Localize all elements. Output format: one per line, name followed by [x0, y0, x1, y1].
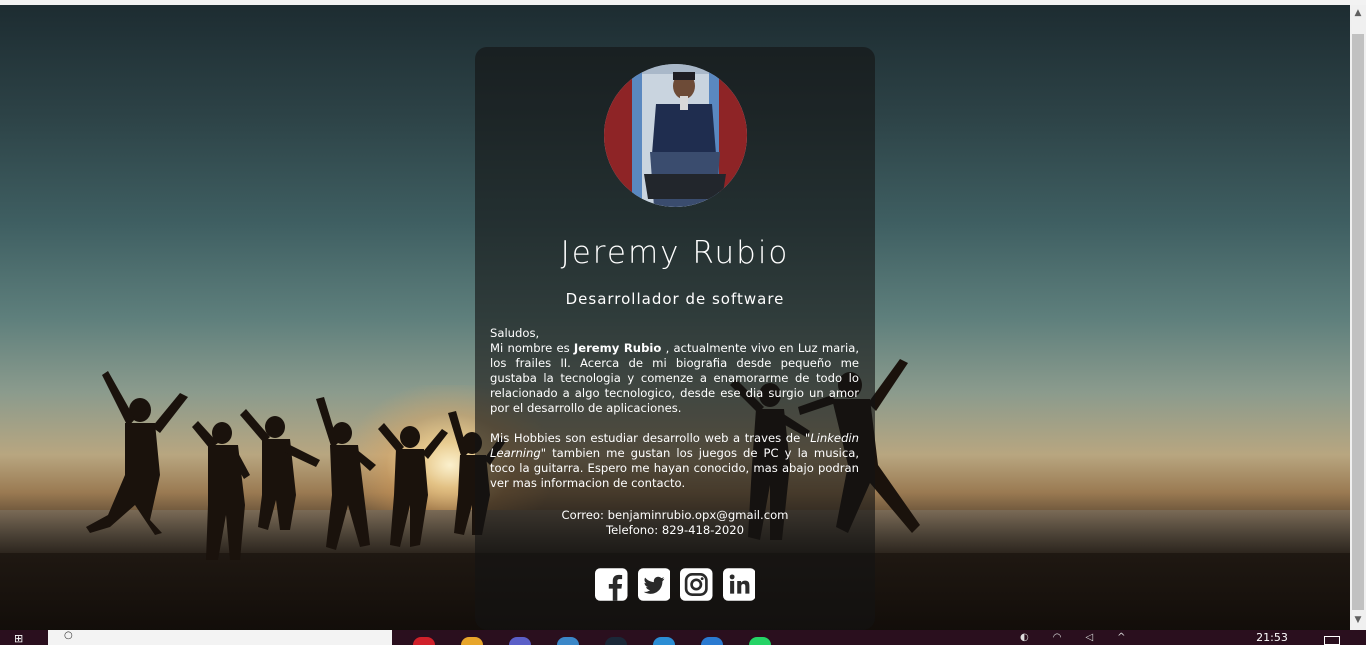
- bio-name: Jeremy Rubio: [573, 341, 662, 355]
- weather-icon[interactable]: ◐: [1020, 632, 1029, 645]
- bio-intro: Mi nombre es: [490, 341, 570, 355]
- taskbar-clock[interactable]: 21:53: [1252, 631, 1292, 644]
- hobbies-intro: Mis Hobbies son estudiar desarrollo web …: [490, 431, 801, 445]
- whatsapp-taskbar-icon[interactable]: [736, 630, 784, 645]
- avatar-photo: [604, 64, 747, 207]
- bio-greeting: Saludos,: [490, 326, 540, 340]
- linkedin-icon[interactable]: [722, 568, 756, 601]
- profile-card: Jeremy Rubio Desarrollador de software S…: [475, 47, 875, 630]
- search-icon: ○: [64, 630, 73, 641]
- file-explorer-taskbar-icon[interactable]: [448, 630, 496, 645]
- taskbar-search-box[interactable]: [48, 630, 392, 645]
- vscode-taskbar-icon[interactable]: [688, 630, 736, 645]
- contact-email: Correo: benjaminrubio.opx@gmail.com: [561, 508, 789, 522]
- steam-taskbar-icon[interactable]: [592, 630, 640, 645]
- bio-paragraph-1: Saludos, Mi nombre es Jeremy Rubio , act…: [490, 326, 859, 416]
- file-explorer-icon: [461, 637, 483, 645]
- network-icon[interactable]: ◠: [1053, 632, 1062, 645]
- twitter-icon[interactable]: [637, 568, 671, 601]
- bio-paragraph-2: Mis Hobbies son estudiar desarrollo web …: [490, 431, 859, 491]
- taskbar-apps: [400, 630, 890, 645]
- contact-info: Correo: benjaminrubio.opx@gmail.com Tele…: [475, 508, 875, 538]
- profile-avatar: [604, 64, 747, 207]
- calculator-taskbar-icon[interactable]: [544, 630, 592, 645]
- volume-icon[interactable]: ◁: [1085, 632, 1093, 645]
- system-tray: ◐ ◠ ◁ ^: [1020, 632, 1240, 645]
- hobbies-rest: tambien me gustan los juegos de PC y la …: [490, 446, 860, 490]
- facebook-icon[interactable]: [595, 568, 628, 601]
- edge-icon: [653, 637, 675, 645]
- opera-icon: [413, 637, 435, 645]
- windows-start-icon[interactable]: ⊞: [14, 632, 34, 645]
- vscode-icon: [701, 637, 723, 645]
- scroll-down-arrow-icon[interactable]: ▼: [1350, 612, 1366, 628]
- teams-icon: [509, 637, 531, 645]
- scroll-up-arrow-icon[interactable]: ▲: [1350, 5, 1366, 21]
- profile-name: Jeremy Rubio: [560, 235, 790, 271]
- notifications-icon[interactable]: [1324, 636, 1340, 645]
- instagram-icon[interactable]: [680, 568, 713, 601]
- social-links: [595, 568, 755, 602]
- edge-taskbar-icon[interactable]: [640, 630, 688, 645]
- profile-role: Desarrollador de software: [565, 290, 785, 308]
- teams-taskbar-icon[interactable]: [496, 630, 544, 645]
- steam-icon: [605, 637, 627, 645]
- scrollbar-thumb[interactable]: [1352, 34, 1364, 610]
- calculator-icon: [557, 637, 579, 645]
- opera-taskbar-icon[interactable]: [400, 630, 448, 645]
- profile-bio: Saludos, Mi nombre es Jeremy Rubio , act…: [490, 326, 859, 506]
- contact-phone: Telefono: 829-418-2020: [606, 523, 744, 537]
- whatsapp-icon: [749, 637, 771, 645]
- chevron-up-icon[interactable]: ^: [1117, 632, 1125, 645]
